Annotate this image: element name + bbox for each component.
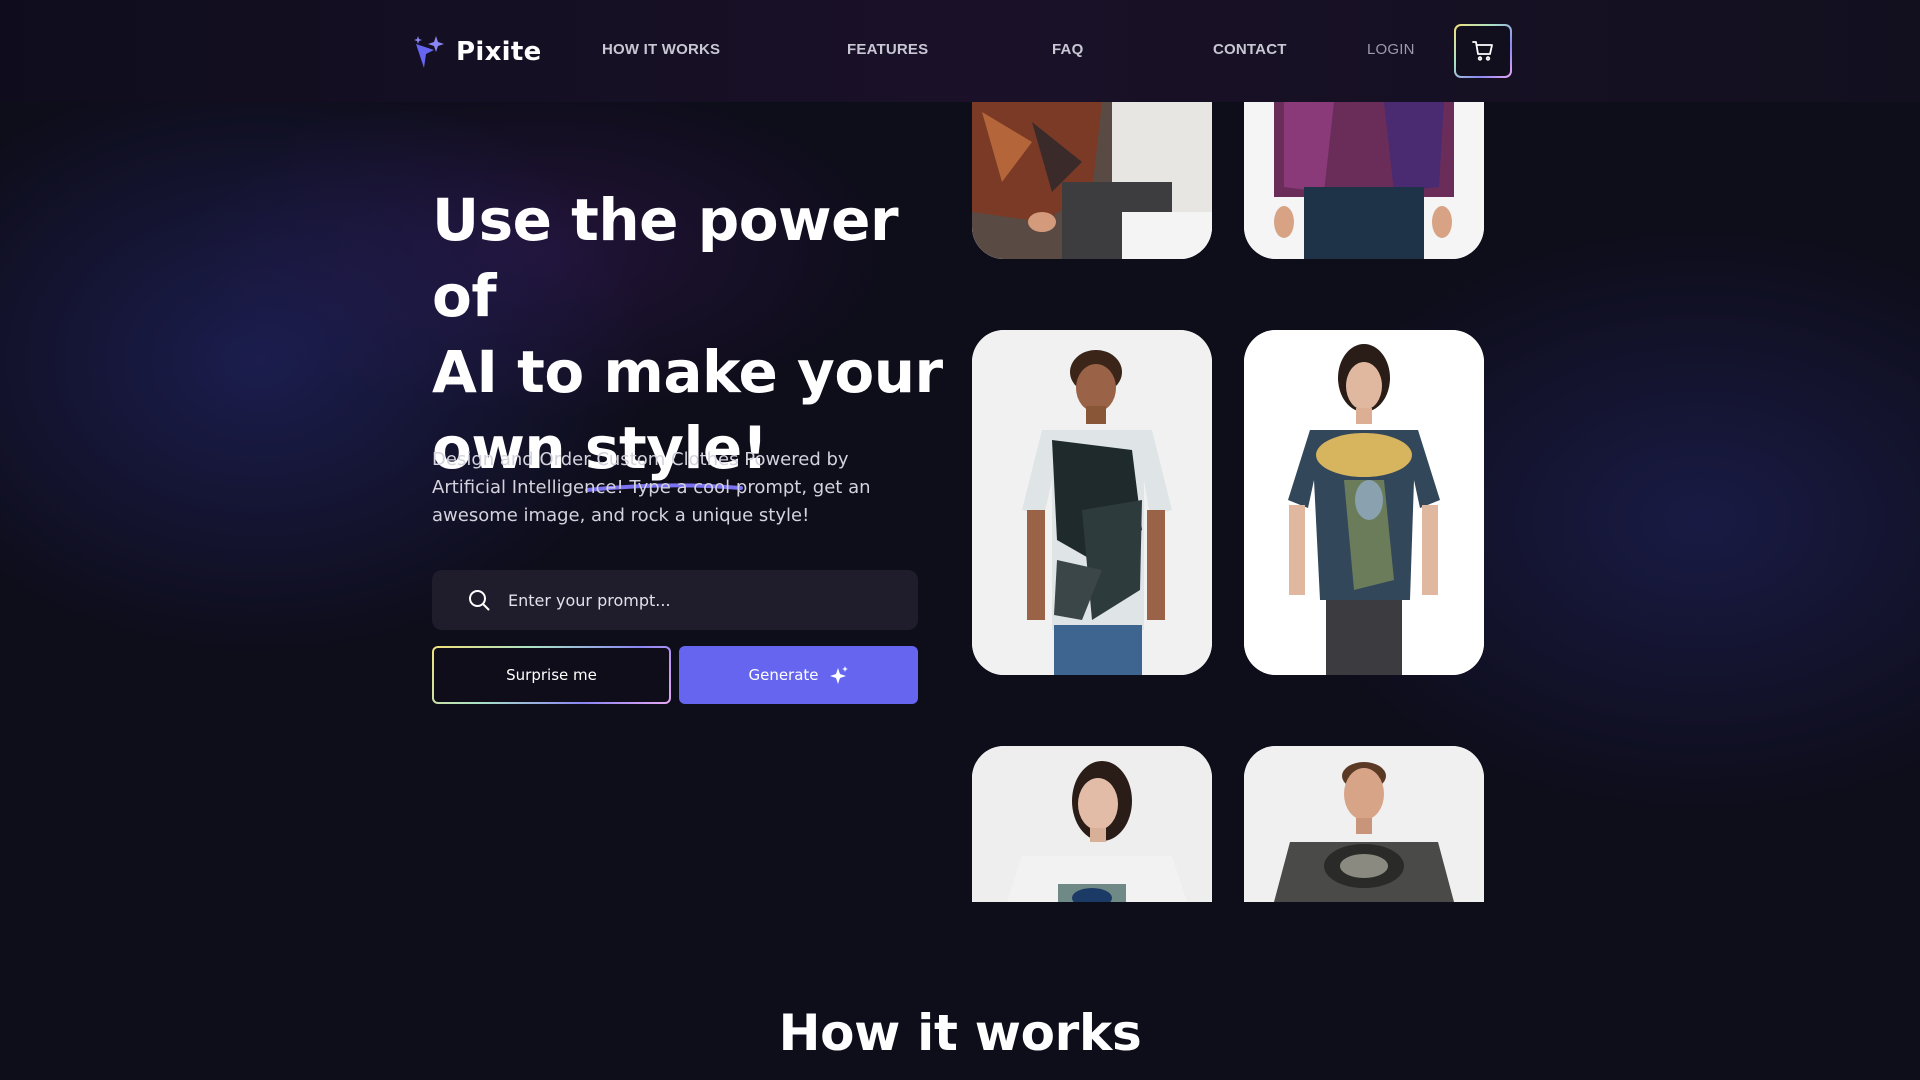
model-image — [972, 746, 1212, 902]
gallery-photo-tie-dye-tshirt — [972, 330, 1212, 675]
model-image — [1244, 330, 1484, 675]
cart-button[interactable] — [1454, 24, 1512, 78]
nav-contact[interactable]: CONTACT — [1213, 41, 1287, 58]
gallery-photo-ornate-tshirt-man — [1244, 746, 1484, 902]
generate-button[interactable]: Generate — [679, 646, 918, 704]
hero-title-line1: Use the power of — [432, 186, 899, 330]
nav-features[interactable]: FEATURES — [847, 41, 928, 58]
search-icon — [469, 590, 490, 611]
background-glow — [0, 0, 1920, 1080]
logo[interactable]: Pixite — [412, 32, 542, 72]
prompt-input[interactable] — [508, 590, 868, 610]
sparkle-logo-icon — [414, 36, 444, 68]
gallery-photo-peacock-tshirt — [1244, 330, 1484, 675]
cart-button-inner — [1456, 26, 1510, 76]
gallery-photo-white-tshirt-woman — [972, 746, 1212, 902]
model-image — [1244, 102, 1484, 259]
nav-how-it-works[interactable]: HOW IT WORKS — [602, 41, 720, 58]
model-image — [1244, 746, 1484, 902]
prompt-box — [432, 570, 918, 630]
gallery-photo-purple-jacket — [1244, 102, 1484, 259]
hero-description: Design and Order Custom Clothes Powered … — [432, 449, 871, 526]
brand-name: Pixite — [456, 37, 542, 67]
generate-label: Generate — [748, 666, 819, 684]
sparkle-icon — [829, 666, 848, 684]
hero-title: Use the power of AI to make your own sty… — [432, 182, 952, 492]
hero-title-line2: AI to make your — [432, 338, 943, 406]
navbar: Pixite HOW IT WORKS FEATURES FAQ CONTACT… — [0, 0, 1920, 102]
surprise-me-button[interactable]: Surprise me — [432, 646, 671, 704]
how-it-works-title: How it works — [778, 1004, 1142, 1062]
shopping-cart-icon — [1472, 41, 1493, 61]
model-image — [972, 330, 1212, 675]
nav-login[interactable]: LOGIN — [1367, 41, 1415, 58]
model-image — [972, 102, 1212, 259]
nav-faq[interactable]: FAQ — [1052, 41, 1083, 58]
surprise-me-label: Surprise me — [434, 648, 669, 702]
gallery-photo-patterned-shirt — [972, 102, 1212, 259]
